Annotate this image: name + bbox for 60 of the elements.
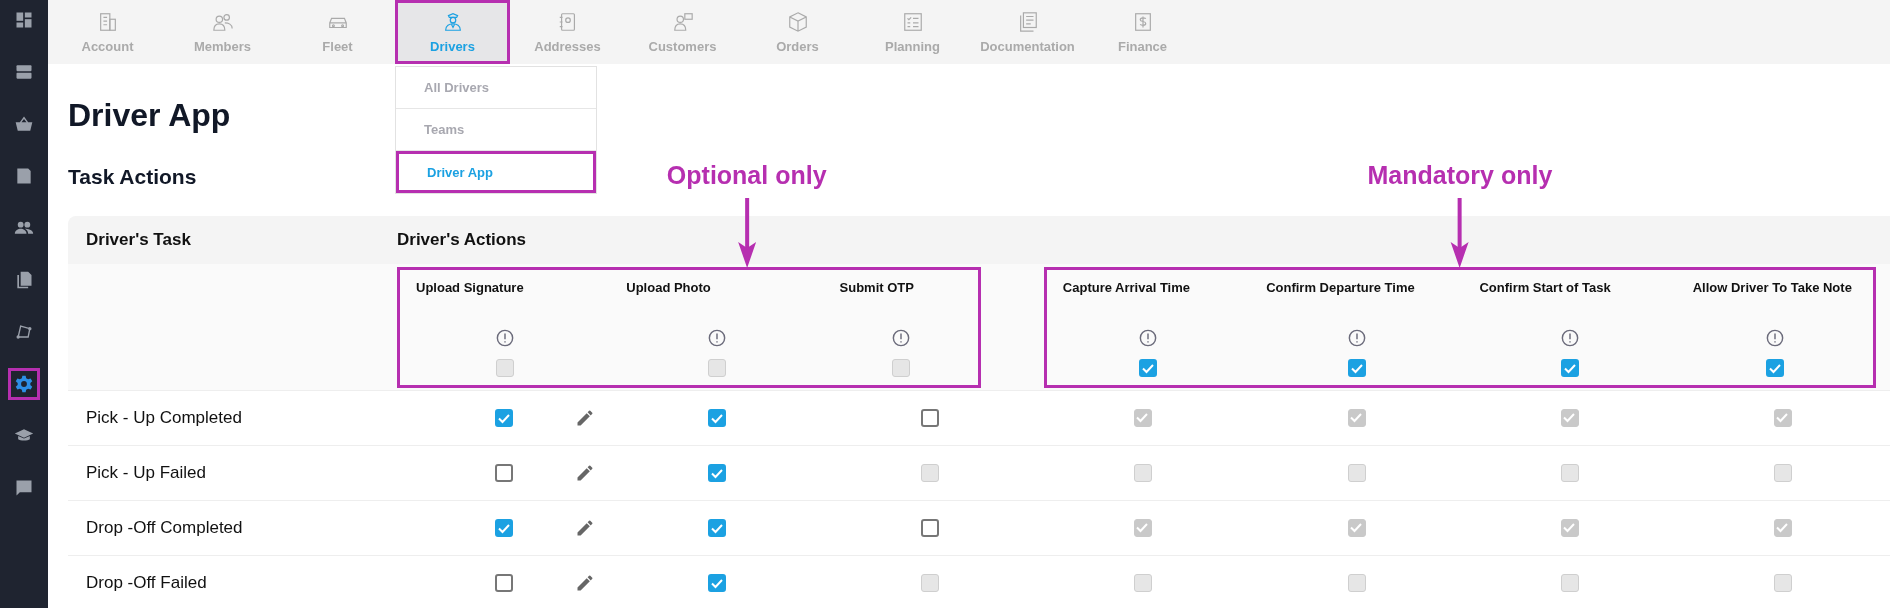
annotation-label: Optional only xyxy=(666,161,827,190)
documents-icon xyxy=(14,270,34,290)
checkbox[interactable] xyxy=(707,574,726,592)
column-header: Confirm Departure Time xyxy=(1265,280,1415,297)
customer-icon xyxy=(671,10,694,33)
chat-icon xyxy=(14,478,34,498)
checkbox[interactable] xyxy=(1765,359,1784,377)
gear-icon xyxy=(14,374,34,394)
nav-tab[interactable]: Drivers xyxy=(395,0,510,64)
task-name: Pick - Up Failed xyxy=(85,463,207,483)
nav-tab[interactable]: Finance xyxy=(1085,0,1200,64)
info-icon xyxy=(891,329,910,347)
checkbox[interactable] xyxy=(1139,359,1158,377)
column-header: Driver's Actions xyxy=(397,230,528,250)
column-header: Upload Signature xyxy=(415,280,524,297)
sidebar-item[interactable] xyxy=(8,368,40,400)
nav-tab[interactable]: Account xyxy=(50,0,165,64)
checkbox[interactable] xyxy=(494,409,513,427)
nav-tab[interactable]: Documentation xyxy=(970,0,1085,64)
checkbox[interactable] xyxy=(494,574,513,592)
checkbox[interactable] xyxy=(494,519,513,537)
nav-tab[interactable]: Planning xyxy=(855,0,970,64)
info-icon xyxy=(496,329,515,347)
nav-tab[interactable]: Members xyxy=(165,0,280,64)
checkbox[interactable] xyxy=(494,464,513,482)
menu-item[interactable]: Driver App xyxy=(396,151,596,193)
info-icon xyxy=(1561,329,1580,347)
server-icon xyxy=(14,62,34,82)
annotation-label: Mandatory only xyxy=(1367,161,1553,190)
dashboard-icon xyxy=(14,10,34,30)
column-header: Upload Photo xyxy=(625,280,711,297)
section-title: Task Actions xyxy=(68,164,197,190)
task-name: Drop -Off Failed xyxy=(85,573,208,593)
task-name: Drop -Off Completed xyxy=(85,518,244,538)
checkbox[interactable] xyxy=(707,519,726,537)
column-header: Driver's Task xyxy=(86,230,192,250)
checkbox[interactable] xyxy=(921,409,940,427)
column-header: Allow Driver To Take Note xyxy=(1691,280,1852,297)
checkbox[interactable] xyxy=(1561,359,1580,377)
route-icon xyxy=(14,322,34,342)
page-title: Driver App xyxy=(68,96,231,134)
info-icon xyxy=(1347,329,1366,347)
nav-tab[interactable]: Orders xyxy=(740,0,855,64)
nav-tab[interactable]: Customers xyxy=(625,0,740,64)
box-icon xyxy=(786,10,809,33)
column-header: Capture Arrival Time xyxy=(1061,280,1190,297)
column-header: Confirm Start of Task xyxy=(1478,280,1611,297)
column-header: Submit OTP xyxy=(838,280,914,297)
checkbox[interactable] xyxy=(921,519,940,537)
task-name: Pick - Up Completed xyxy=(85,408,243,428)
nav-tab[interactable]: Addresses xyxy=(510,0,625,64)
info-icon xyxy=(1765,329,1784,347)
checkbox[interactable] xyxy=(707,464,726,482)
basket-icon xyxy=(14,114,34,134)
list-icon xyxy=(901,10,924,33)
checkbox[interactable] xyxy=(707,409,726,427)
info-icon xyxy=(1139,329,1158,347)
checkbox[interactable] xyxy=(1347,359,1366,377)
nav-tab[interactable]: Fleet xyxy=(280,0,395,64)
info-icon xyxy=(707,329,726,347)
